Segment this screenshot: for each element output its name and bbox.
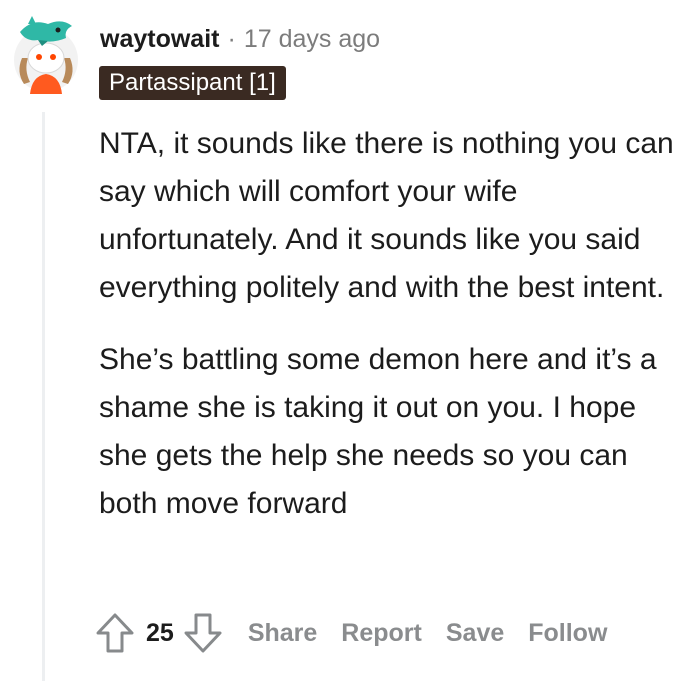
username[interactable]: waytowait <box>100 25 219 54</box>
arrow-down-icon <box>184 613 222 653</box>
snoo-avatar-icon <box>14 16 78 94</box>
comment-meta: waytowait · 17 days ago <box>100 22 380 56</box>
comment-body: NTA, it sounds like there is nothing you… <box>99 120 689 552</box>
user-flair: Partassipant [1] <box>99 66 286 100</box>
thread-line[interactable] <box>42 112 45 681</box>
follow-button[interactable]: Follow <box>528 619 607 648</box>
save-button[interactable]: Save <box>446 619 504 648</box>
report-button[interactable]: Report <box>341 619 422 648</box>
downvote-button[interactable] <box>180 610 226 656</box>
comment-actions: 25 Share Report Save Follow <box>92 610 607 656</box>
user-avatar[interactable] <box>8 10 82 94</box>
vote-score: 25 <box>146 618 174 647</box>
timestamp[interactable]: 17 days ago <box>244 25 380 54</box>
meta-separator: · <box>227 24 236 53</box>
share-button[interactable]: Share <box>248 619 317 648</box>
comment-paragraph: NTA, it sounds like there is nothing you… <box>99 127 674 304</box>
comment-paragraph: She’s battling some demon here and it’s … <box>99 343 657 520</box>
upvote-button[interactable] <box>92 610 138 656</box>
arrow-up-icon <box>96 613 134 653</box>
